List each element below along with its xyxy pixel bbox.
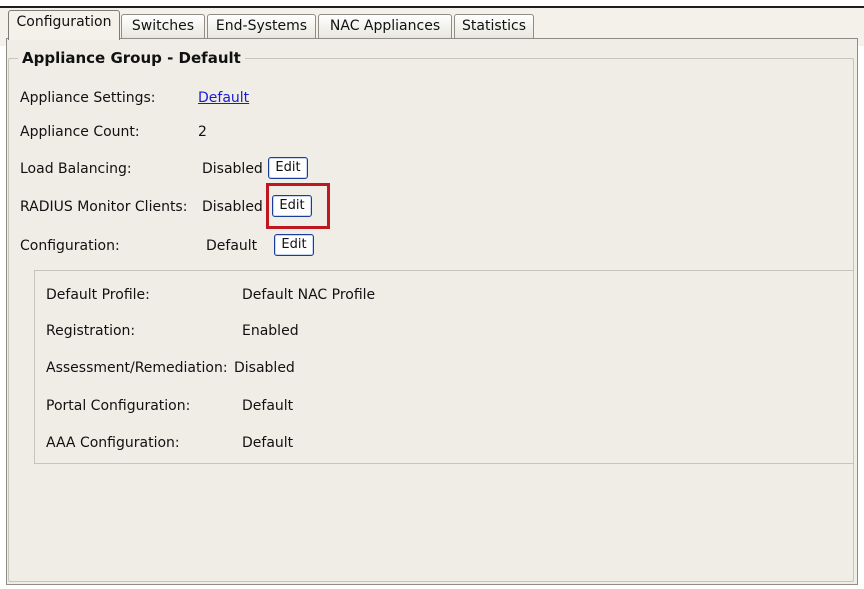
registration-value: Enabled — [242, 323, 299, 339]
portal-configuration-value: Default — [242, 398, 294, 414]
appliance-settings-link[interactable]: Default — [198, 90, 249, 106]
appliance-count-value: 2 — [198, 124, 207, 140]
configuration-label: Configuration: — [20, 238, 120, 254]
tab-configuration[interactable]: Configuration — [8, 10, 120, 40]
portal-configuration-label: Portal Configuration: — [46, 398, 191, 414]
group-title: Appliance Group - Default — [18, 49, 245, 67]
aaa-configuration-label: AAA Configuration: — [46, 435, 180, 451]
edit-configuration-button[interactable]: Edit — [274, 234, 314, 256]
radius-monitor-clients-value: Disabled — [202, 199, 263, 215]
default-profile-value: Default NAC Profile — [242, 287, 376, 303]
tab-switches[interactable]: Switches — [121, 14, 205, 38]
aaa-configuration-value: Default — [242, 435, 294, 451]
radius-monitor-clients-label: RADIUS Monitor Clients: — [20, 199, 188, 215]
highlight-box — [266, 183, 330, 229]
appliance-count-label: Appliance Count: — [20, 124, 140, 140]
tab-nac-appliances[interactable]: NAC Appliances — [318, 14, 452, 38]
default-profile-label: Default Profile: — [46, 287, 150, 303]
appliance-settings-label: Appliance Settings: — [20, 90, 156, 106]
registration-label: Registration: — [46, 323, 136, 339]
tab-end-systems[interactable]: End-Systems — [207, 14, 316, 38]
load-balancing-label: Load Balancing: — [20, 161, 132, 177]
configuration-value: Default — [206, 238, 258, 254]
assessment-remediation-label: Assessment/Remediation: — [46, 360, 228, 376]
assessment-remediation-value: Disabled — [234, 360, 295, 376]
edit-load-balancing-button[interactable]: Edit — [268, 157, 308, 179]
tab-statistics[interactable]: Statistics — [454, 14, 534, 38]
load-balancing-value: Disabled — [202, 161, 263, 177]
